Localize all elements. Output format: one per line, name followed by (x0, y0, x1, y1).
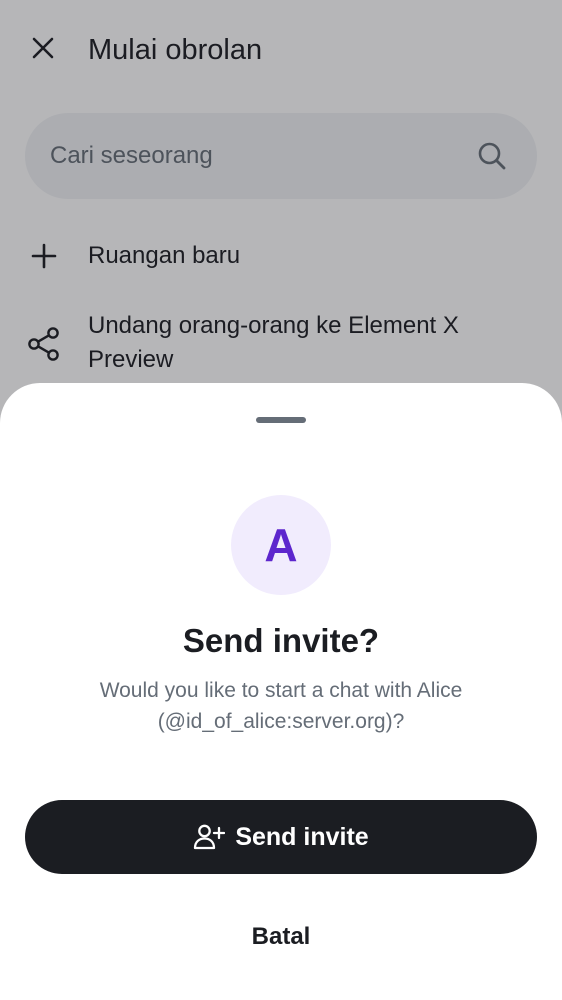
dialog-message: Would you like to start a chat with Alic… (99, 679, 463, 733)
dialog-title: Send invite? (182, 622, 380, 659)
send-invite-button[interactable]: Send invite (25, 800, 537, 874)
avatar: A (231, 495, 331, 595)
user-add-icon (193, 821, 226, 853)
avatar-initial: A (264, 519, 298, 571)
cancel-button[interactable]: Batal (25, 900, 537, 974)
send-invite-sheet: A Send invite? Would you like to start a… (0, 383, 562, 1000)
drag-handle[interactable] (256, 417, 306, 423)
cancel-label: Batal (251, 923, 311, 950)
send-invite-label: Send invite (235, 822, 369, 851)
